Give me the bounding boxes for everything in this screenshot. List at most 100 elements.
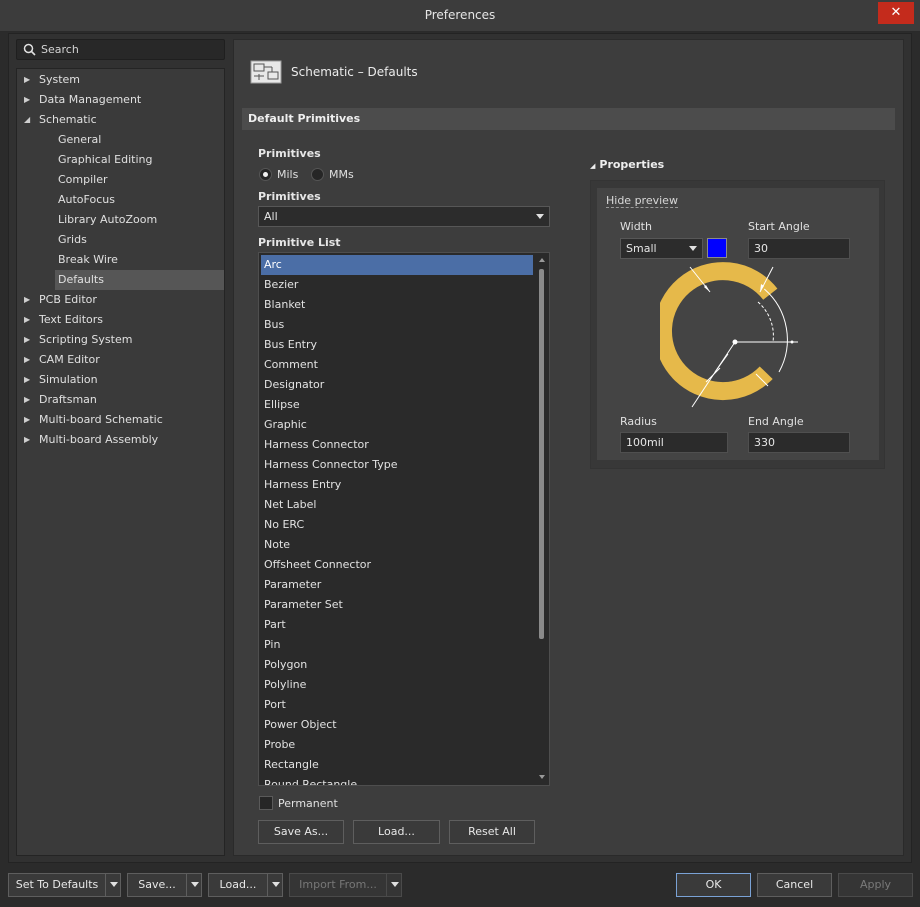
tree-item-scripting-system[interactable]: ▶ Scripting System [17, 330, 224, 350]
list-item[interactable]: Offsheet Connector [261, 555, 533, 575]
list-item[interactable]: Blanket [261, 295, 533, 315]
radius-arrow-line [714, 353, 729, 373]
tree-item-multi-board-schematic[interactable]: ▶ Multi-board Schematic [17, 410, 224, 430]
properties-header[interactable]: ◢ Properties [590, 158, 664, 171]
expand-arrow-icon[interactable]: ▶ [24, 330, 30, 350]
chevron-down-icon[interactable] [191, 882, 199, 887]
list-item[interactable]: Harness Connector [261, 435, 533, 455]
tree-item-draftsman[interactable]: ▶ Draftsman [17, 390, 224, 410]
expand-arrow-icon[interactable]: ▶ [24, 310, 30, 330]
hide-preview-link[interactable]: Hide preview [606, 195, 678, 208]
chevron-down-icon[interactable] [110, 882, 118, 887]
load-split-button[interactable]: Load... [208, 873, 283, 897]
expand-arrow-icon[interactable]: ▶ [24, 290, 30, 310]
tree-item-compiler[interactable]: Compiler [17, 170, 224, 190]
chevron-down-icon[interactable] [272, 882, 280, 887]
list-item[interactable]: Harness Connector Type [261, 455, 533, 475]
list-item[interactable]: Arc [261, 255, 533, 275]
expand-arrow-icon[interactable]: ▶ [24, 410, 30, 430]
scroll-down-icon[interactable] [539, 775, 545, 779]
expand-arrow-icon[interactable]: ▶ [24, 70, 30, 90]
split-divider [386, 874, 387, 896]
radius-label: Radius [620, 415, 657, 428]
expand-arrow-icon[interactable]: ▶ [24, 90, 30, 110]
save-button[interactable]: Save... [128, 874, 186, 896]
list-item[interactable]: No ERC [261, 515, 533, 535]
list-item[interactable]: Round Rectangle [261, 775, 533, 785]
list-item[interactable]: Pin [261, 635, 533, 655]
list-item[interactable]: Parameter Set [261, 595, 533, 615]
tree-item-general[interactable]: General [17, 130, 224, 150]
list-item[interactable]: Probe [261, 735, 533, 755]
list-item[interactable]: Comment [261, 355, 533, 375]
list-item[interactable]: Rectangle [261, 755, 533, 775]
chevron-down-icon[interactable] [391, 882, 399, 887]
reset-all-button[interactable]: Reset All [449, 820, 535, 844]
scroll-up-icon[interactable] [539, 258, 545, 262]
save-as-button[interactable]: Save As... [258, 820, 344, 844]
tree-item-simulation[interactable]: ▶ Simulation [17, 370, 224, 390]
tree-item-system[interactable]: ▶ System [17, 70, 224, 90]
close-button[interactable]: ✕ [878, 2, 914, 24]
end-angle-input[interactable]: 330 [748, 432, 850, 453]
cancel-button[interactable]: Cancel [757, 873, 832, 897]
import-from-button[interactable]: Import From... [290, 874, 386, 896]
tree-item-break-wire[interactable]: Break Wire [17, 250, 224, 270]
expand-arrow-icon[interactable]: ▶ [24, 350, 30, 370]
tree-item-multi-board-assembly[interactable]: ▶ Multi-board Assembly [17, 430, 224, 450]
tree-item-grids[interactable]: Grids [17, 230, 224, 250]
save-split-button[interactable]: Save... [127, 873, 202, 897]
list-item[interactable]: Polyline [261, 675, 533, 695]
preferences-tree: ▶ System ▶ Data Management ◢ Schematic General… [16, 68, 225, 856]
tree-item-data-management[interactable]: ▶ Data Management [17, 90, 224, 110]
radius-input[interactable]: 100mil [620, 432, 728, 453]
list-item[interactable]: Power Object [261, 715, 533, 735]
expand-arrow-icon[interactable]: ▶ [24, 430, 30, 450]
primitives-filter-select[interactable]: All [258, 206, 550, 227]
primitive-list-label: Primitive List [258, 236, 341, 249]
mils-radio[interactable] [259, 168, 272, 181]
expand-arrow-icon[interactable]: ▶ [24, 390, 30, 410]
start-angle-input[interactable]: 30 [748, 238, 850, 259]
scroll-thumb[interactable] [539, 269, 544, 639]
list-scrollbar[interactable] [535, 253, 549, 785]
mms-radio[interactable] [311, 168, 324, 181]
list-item[interactable]: Part [261, 615, 533, 635]
set-to-defaults-button[interactable]: Set To Defaults [9, 874, 105, 896]
list-item[interactable]: Bezier [261, 275, 533, 295]
tree-item-defaults[interactable]: Defaults [55, 270, 224, 290]
radius-dashed-arc [757, 301, 774, 343]
list-item[interactable]: Harness Entry [261, 475, 533, 495]
width-select[interactable]: Small [620, 238, 703, 259]
set-to-defaults-split-button[interactable]: Set To Defaults [8, 873, 121, 897]
collapse-arrow-icon[interactable]: ◢ [24, 110, 30, 130]
list-item[interactable]: Parameter [261, 575, 533, 595]
tree-item-cam-editor[interactable]: ▶ CAM Editor [17, 350, 224, 370]
tree-item-pcb-editor[interactable]: ▶ PCB Editor [17, 290, 224, 310]
tree-item-library-autozoom[interactable]: Library AutoZoom [17, 210, 224, 230]
list-item[interactable]: Bus [261, 315, 533, 335]
tree-item-autofocus[interactable]: AutoFocus [17, 190, 224, 210]
list-item[interactable]: Graphic [261, 415, 533, 435]
list-item[interactable]: Bus Entry [261, 335, 533, 355]
tree-item-graphical-editing[interactable]: Graphical Editing [17, 150, 224, 170]
import-from-split-button[interactable]: Import From... [289, 873, 402, 897]
load-defaults-button[interactable]: Load... [353, 820, 440, 844]
tree-item-text-editors[interactable]: ▶ Text Editors [17, 310, 224, 330]
color-swatch[interactable] [707, 238, 727, 258]
primitive-list[interactable]: Arc Bezier Blanket Bus Bus Entry Comment Desig… [258, 252, 550, 786]
load-button[interactable]: Load... [209, 874, 267, 896]
collapse-triangle-icon: ◢ [590, 162, 596, 170]
tree-item-schematic[interactable]: ◢ Schematic [17, 110, 224, 130]
list-item[interactable]: Port [261, 695, 533, 715]
permanent-checkbox[interactable] [259, 796, 273, 810]
list-item[interactable]: Ellipse [261, 395, 533, 415]
list-item[interactable]: Note [261, 535, 533, 555]
list-item[interactable]: Net Label [261, 495, 533, 515]
list-item[interactable]: Designator [261, 375, 533, 395]
list-item[interactable]: Polygon [261, 655, 533, 675]
search-input[interactable]: Search [16, 39, 225, 60]
apply-button[interactable]: Apply [838, 873, 913, 897]
ok-button[interactable]: OK [676, 873, 751, 897]
expand-arrow-icon[interactable]: ▶ [24, 370, 30, 390]
